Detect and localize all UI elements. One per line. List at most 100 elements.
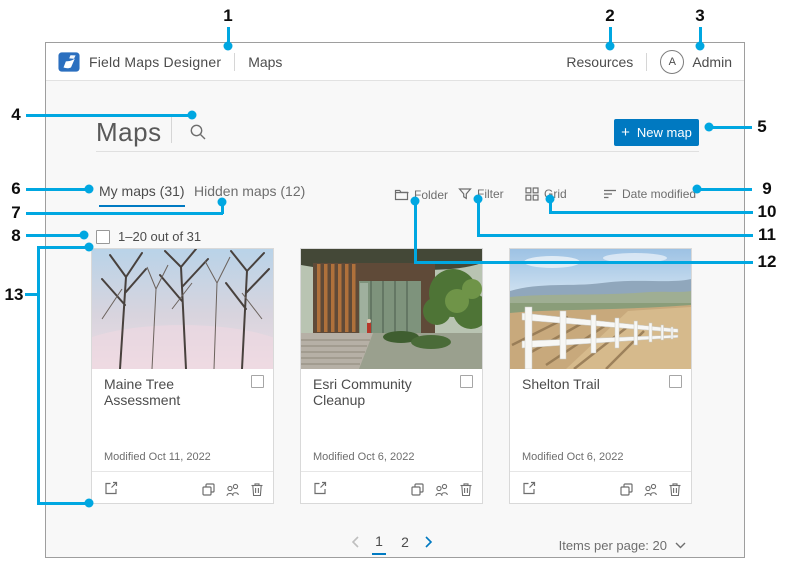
map-title: Esri Community Cleanup — [313, 376, 448, 408]
map-card: Maine Tree Assessment Modified Oct 11, 2… — [91, 248, 274, 504]
callout-line — [37, 246, 89, 249]
callout-line — [708, 126, 752, 129]
open-map-icon[interactable] — [103, 480, 119, 496]
open-map-icon[interactable] — [521, 480, 537, 496]
map-thumbnail[interactable] — [510, 249, 691, 369]
callout-dot — [696, 42, 705, 51]
title-divider — [96, 151, 699, 152]
card-actions — [410, 482, 473, 497]
map-thumbnail[interactable] — [301, 249, 482, 369]
select-all-checkbox[interactable] — [96, 230, 110, 244]
selection-row: 1–20 out of 31 — [96, 229, 201, 244]
callout-line — [477, 234, 753, 237]
map-thumbnail[interactable] — [92, 249, 273, 369]
grid-icon — [525, 187, 539, 201]
callout-line — [26, 234, 84, 237]
app-header: Field Maps Designer Maps Resources A Adm… — [46, 43, 744, 81]
nav-resources[interactable]: Resources — [566, 54, 633, 70]
page-1[interactable]: 1 — [372, 533, 386, 555]
card-actions — [201, 482, 264, 497]
map-modified-date: Modified Oct 11, 2022 — [104, 451, 211, 463]
search-icon[interactable] — [189, 123, 207, 141]
selection-count: 1–20 out of 31 — [118, 229, 201, 244]
callout-dot — [188, 111, 197, 120]
items-per-page-select[interactable]: Items per page: 20 — [559, 538, 686, 553]
pagination: 1 2 — [351, 533, 433, 555]
chevron-down-icon — [675, 542, 686, 549]
callout-8: 8 — [11, 226, 20, 246]
delete-icon[interactable] — [459, 482, 473, 497]
callout-dot — [474, 195, 483, 204]
callout-line — [37, 502, 89, 505]
callout-line — [26, 114, 193, 117]
duplicate-icon[interactable] — [201, 482, 216, 497]
callout-9: 9 — [762, 179, 771, 199]
callout-4: 4 — [11, 105, 20, 125]
folder-icon — [394, 187, 409, 202]
delete-icon[interactable] — [250, 482, 264, 497]
page-title: Maps — [96, 117, 162, 148]
callout-5: 5 — [757, 117, 766, 137]
callout-line — [696, 188, 752, 191]
duplicate-icon[interactable] — [410, 482, 425, 497]
map-checkbox[interactable] — [251, 375, 264, 388]
callout-12: 12 — [758, 252, 777, 272]
callout-dot — [224, 42, 233, 51]
items-per-page-label: Items per page: 20 — [559, 538, 667, 553]
callout-13: 13 — [5, 285, 24, 305]
map-checkbox[interactable] — [669, 375, 682, 388]
folder-button[interactable]: Folder — [394, 187, 448, 202]
open-map-icon[interactable] — [312, 480, 328, 496]
share-group-icon[interactable] — [225, 482, 241, 497]
map-title: Maine Tree Assessment — [104, 376, 239, 408]
callout-dot — [85, 185, 94, 194]
callout-dot — [606, 42, 615, 51]
new-map-button[interactable]: + New map — [614, 119, 699, 146]
map-card: Shelton Trail Modified Oct 6, 2022 — [509, 248, 692, 504]
prev-page-icon[interactable] — [351, 536, 360, 552]
next-page-icon[interactable] — [424, 536, 433, 552]
callout-10: 10 — [758, 202, 777, 222]
header-separator-right — [646, 53, 647, 71]
delete-icon[interactable] — [668, 482, 682, 497]
card-divider — [92, 471, 273, 472]
callout-line — [549, 211, 753, 214]
page-2[interactable]: 2 — [398, 534, 412, 554]
map-modified-date: Modified Oct 6, 2022 — [313, 451, 415, 463]
user-name[interactable]: Admin — [692, 54, 732, 70]
map-checkbox[interactable] — [460, 375, 473, 388]
card-actions — [619, 482, 682, 497]
user-avatar[interactable]: A — [660, 50, 684, 74]
callout-dot — [546, 195, 555, 204]
nav-maps[interactable]: Maps — [248, 54, 282, 70]
callout-dot — [411, 197, 420, 206]
share-group-icon[interactable] — [434, 482, 450, 497]
callout-6: 6 — [11, 179, 20, 199]
callout-dot — [80, 231, 89, 240]
callout-dot — [705, 123, 714, 132]
duplicate-icon[interactable] — [619, 482, 634, 497]
callout-1: 1 — [223, 6, 232, 26]
sort-button[interactable]: Date modified — [603, 187, 696, 201]
map-modified-date: Modified Oct 6, 2022 — [522, 451, 624, 463]
tab-my-maps[interactable]: My maps (31) — [99, 183, 185, 207]
sort-icon — [603, 187, 617, 201]
callout-2: 2 — [605, 6, 614, 26]
callout-line — [414, 200, 417, 263]
map-title: Shelton Trail — [522, 376, 600, 392]
callout-line — [26, 212, 223, 215]
screenshot-canvas: Field Maps Designer Maps Resources A Adm… — [0, 0, 804, 562]
plus-icon: + — [621, 125, 630, 140]
callout-line — [26, 188, 90, 191]
app-window: Field Maps Designer Maps Resources A Adm… — [45, 42, 745, 558]
filter-icon — [458, 187, 472, 201]
header-separator — [234, 53, 235, 71]
sort-label: Date modified — [622, 187, 696, 201]
app-title: Field Maps Designer — [89, 54, 221, 70]
callout-7: 7 — [11, 203, 20, 223]
share-group-icon[interactable] — [643, 482, 659, 497]
tab-hidden-maps[interactable]: Hidden maps (12) — [194, 183, 305, 205]
callout-dot — [85, 243, 94, 252]
new-map-label: New map — [637, 125, 692, 140]
callout-line — [477, 198, 480, 236]
